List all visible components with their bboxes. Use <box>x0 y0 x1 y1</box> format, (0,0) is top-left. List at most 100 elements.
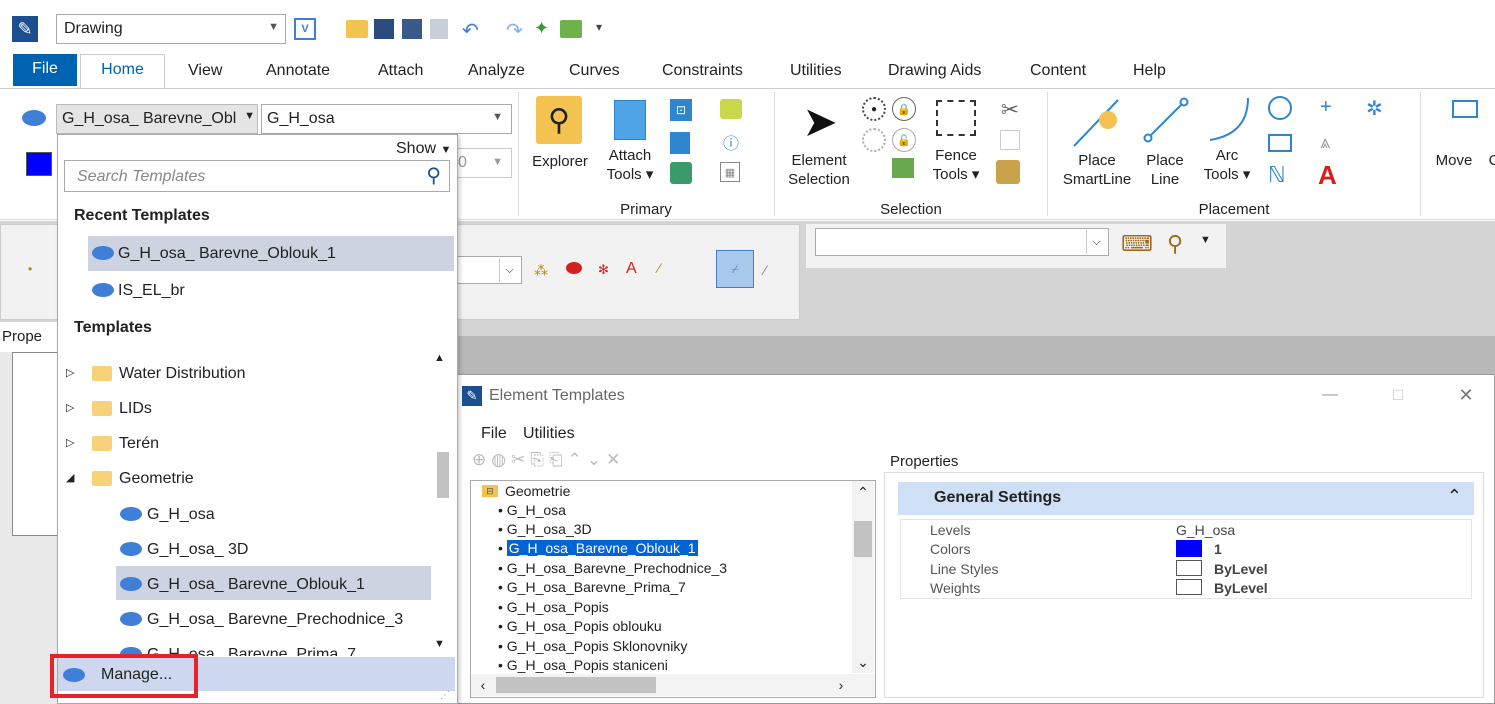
dialog-menu-file[interactable]: File <box>481 425 507 443</box>
tab-annotate[interactable]: Annotate <box>264 60 332 90</box>
deselect-icon[interactable] <box>862 128 886 152</box>
chevron-left-icon[interactable]: ‹ <box>474 676 492 694</box>
tool-text-icon[interactable]: A <box>626 260 637 278</box>
minimize-icon[interactable]: — <box>1318 384 1342 406</box>
folder-item[interactable]: Terén <box>119 433 159 455</box>
tab-analyze[interactable]: Analyze <box>466 60 527 90</box>
tree-item[interactable]: • G_H_osa_Barevne_Prima_7 <box>498 578 686 596</box>
raster-icon[interactable] <box>670 132 690 154</box>
print-icon[interactable] <box>560 20 582 38</box>
redo-icon[interactable]: ↷ <box>506 18 523 43</box>
models-icon[interactable] <box>670 162 692 184</box>
tree-item[interactable]: • G_H_osa <box>498 501 566 519</box>
tool-line-icon[interactable]: ∕ <box>764 262 766 278</box>
tree-item[interactable]: • G_H_osa_3D <box>498 520 592 538</box>
group-icon[interactable] <box>892 158 914 178</box>
tree-item[interactable]: • G_H_osa_Popis Sklonovniky <box>498 637 687 655</box>
tab-drawing-aids[interactable]: Drawing Aids <box>886 60 983 90</box>
arc-icon[interactable] <box>1204 94 1254 144</box>
copy-icon[interactable]: ⎘ <box>530 450 549 469</box>
chevron-down-icon[interactable]: ▼ <box>1200 234 1211 246</box>
lock-icon[interactable]: 🔒 <box>892 97 916 121</box>
weight-combo[interactable]: 0 ▼ <box>455 148 512 178</box>
copy-tool-label[interactable]: C <box>1484 151 1495 170</box>
tool-point-icon[interactable]: • <box>28 262 32 276</box>
chevron-down-icon[interactable]: ▼ <box>434 638 445 650</box>
show-button[interactable]: Show ▼ <box>396 140 451 158</box>
grid-icon[interactable]: ▦ <box>720 162 740 182</box>
folder-item[interactable]: LIDs <box>119 398 152 420</box>
key-in-icon[interactable]: ⌨ <box>1120 229 1154 259</box>
pin-icon[interactable]: ✦ <box>534 18 549 39</box>
arc-tools-label[interactable]: Arc Tools ▾ <box>1196 146 1258 184</box>
dropdown-scroll-thumb[interactable] <box>437 452 449 498</box>
place-line-icon[interactable] <box>1140 96 1192 144</box>
compress-icon[interactable] <box>430 19 448 39</box>
explorer-icon[interactable]: ⚲ <box>536 96 582 144</box>
select-all-icon[interactable]: ● <box>862 97 886 121</box>
unlock-icon[interactable]: 🔓 <box>892 128 916 152</box>
text-icon[interactable]: A <box>1318 160 1337 191</box>
find-icon[interactable]: ⚲ <box>1158 229 1192 259</box>
tab-view[interactable]: View <box>186 60 224 90</box>
active-color-swatch[interactable] <box>26 152 52 176</box>
copy-icon[interactable] <box>1000 130 1020 150</box>
move-up-icon[interactable]: ⌃ <box>568 450 587 469</box>
tool-combo-partial[interactable]: ⌵ <box>456 256 522 284</box>
chevron-up-icon[interactable]: ⌃ <box>852 482 874 502</box>
general-settings-header[interactable]: General Settings ⌃ <box>898 482 1474 515</box>
tree-hscroll-thumb[interactable] <box>496 677 656 693</box>
tool-active-icon[interactable]: ⌿ <box>716 250 754 288</box>
template-item[interactable]: G_H_osa_ Barevne_Prechodnice_3 <box>147 609 403 631</box>
tab-help[interactable]: Help <box>1131 60 1168 90</box>
prop-value[interactable]: ByLevel <box>1214 580 1268 596</box>
key-in-combo[interactable]: ⌵ <box>815 228 1109 256</box>
point-icon[interactable]: + <box>1320 96 1332 119</box>
template-item[interactable]: G_H_osa_ 3D <box>147 539 248 561</box>
rectangle-icon[interactable] <box>1268 134 1292 152</box>
attach-tools-icon[interactable] <box>614 100 646 140</box>
tool-fill-icon[interactable] <box>566 262 582 274</box>
place-smartline-label[interactable]: Place SmartLine <box>1054 151 1140 189</box>
layers-icon[interactable] <box>720 99 742 119</box>
tab-constraints[interactable]: Constraints <box>660 60 745 90</box>
move-label[interactable]: Move <box>1428 151 1480 170</box>
tool-hatch-icon[interactable]: ✻ <box>598 262 609 278</box>
maximize-icon[interactable]: ☐ <box>1386 384 1410 406</box>
place-line-label[interactable]: Place Line <box>1138 151 1192 189</box>
element-selection-icon[interactable]: ➤ <box>800 96 840 146</box>
tree-item[interactable]: • G_H_osa_Barevne_Prechodnice_3 <box>498 559 727 577</box>
attach-tools-label[interactable]: Attach Tools ▾ <box>598 146 662 184</box>
info-icon[interactable]: ⓘ <box>720 132 742 153</box>
search-input[interactable]: Search Templates ⚲ <box>64 160 450 192</box>
star-icon[interactable]: ✲ <box>1366 96 1383 121</box>
color-swatch[interactable] <box>1176 540 1202 557</box>
template-combo[interactable]: G_H_osa_ Barevne_Obl ▼ <box>56 104 258 134</box>
tab-curves[interactable]: Curves <box>567 60 622 90</box>
chevron-up-icon[interactable]: ▲ <box>434 352 445 364</box>
save-settings-icon[interactable] <box>402 19 422 39</box>
multiline-icon[interactable]: ⩓ <box>1320 132 1330 153</box>
prop-value[interactable]: 1 <box>1214 541 1222 557</box>
tab-file[interactable]: File <box>13 54 77 86</box>
cut-icon[interactable]: ✂ <box>998 96 1022 124</box>
tree-item[interactable]: • G_H_osa_Popis staniceni <box>498 656 668 674</box>
recent-item[interactable]: IS_EL_br <box>118 280 185 302</box>
folder-item[interactable]: Geometrie <box>119 468 194 490</box>
dropdown-vscrollbar[interactable] <box>433 346 453 656</box>
resize-grip-icon[interactable]: ⋰ <box>440 690 450 701</box>
tab-home[interactable]: Home <box>80 54 165 88</box>
element-selection-label[interactable]: Element Selection <box>778 151 860 189</box>
tab-content[interactable]: Content <box>1028 60 1088 90</box>
expand-arrow-icon[interactable]: ▷ <box>66 401 74 414</box>
undo-icon[interactable]: ↶ <box>462 18 479 43</box>
paste-icon[interactable]: ⎗ <box>549 450 568 469</box>
tree-item-selected[interactable]: • G_H_osa_Barevne_Oblouk_1 <box>498 539 698 557</box>
bspline-icon[interactable]: ℕ <box>1268 162 1286 188</box>
tree-item[interactable]: • G_H_osa_Popis oblouku <box>498 617 662 635</box>
chevron-down-icon[interactable]: ⌄ <box>852 652 874 672</box>
view-icon[interactable]: V <box>294 18 316 40</box>
prop-value[interactable]: G_H_osa <box>1176 522 1235 538</box>
reference-icon[interactable]: ⊡ <box>670 99 692 121</box>
smartline-icon[interactable] <box>1068 96 1124 152</box>
